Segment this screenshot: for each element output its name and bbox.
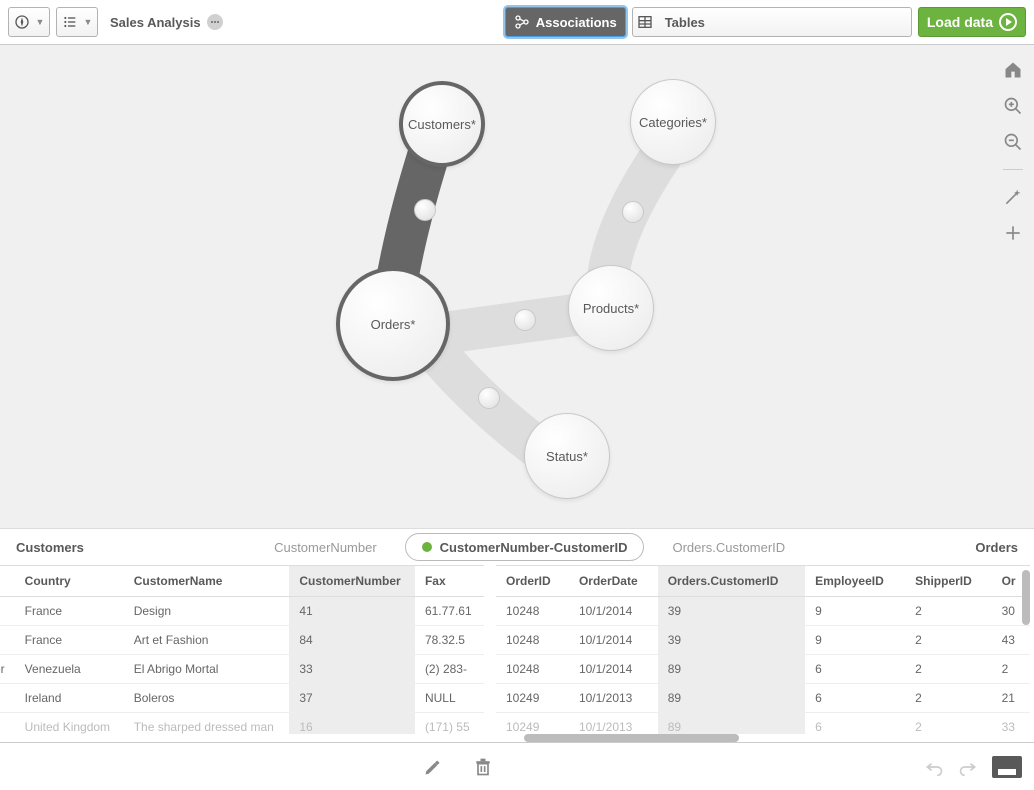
associations-button[interactable]: Associations [505, 7, 626, 37]
caret-icon: ▼ [84, 17, 93, 27]
zoom-in-icon [1003, 96, 1023, 116]
table-row[interactable]: 1024810/1/201489622 [496, 655, 1030, 684]
edit-icon[interactable] [423, 757, 443, 777]
home-icon [1003, 60, 1023, 80]
customers-table[interactable]: CountryCustomerNameCustomerNumberFaxFran… [0, 565, 484, 734]
association-bar: Customers CustomerNumber CustomerNumber-… [0, 529, 1034, 565]
table-row[interactable]: merVenezuelaEl Abrigo Mortal33(2) 283- [0, 655, 484, 684]
left-field-label[interactable]: CustomerNumber [274, 540, 377, 555]
status-indicator-icon [207, 14, 223, 30]
status-ok-icon [422, 542, 432, 552]
preview-tables: CountryCustomerNameCustomerNumberFaxFran… [0, 565, 1034, 734]
bubble-orders[interactable]: Orders* [336, 267, 450, 381]
association-pill-label: CustomerNumber-CustomerID [440, 540, 628, 555]
add-button[interactable] [1002, 222, 1024, 244]
app-title: Sales Analysis [110, 14, 223, 30]
view-menu-button[interactable]: ▼ [56, 7, 98, 37]
zoom-in-button[interactable] [1002, 95, 1024, 117]
table-row[interactable]: 1024910/1/2013896221 [496, 684, 1030, 713]
link-dot[interactable] [514, 309, 536, 331]
table-row[interactable]: 1024810/1/2014399230 [496, 597, 1030, 626]
zoom-out-icon [1003, 132, 1023, 152]
load-data-label: Load data [927, 14, 993, 30]
play-circle-icon [999, 13, 1017, 31]
left-table-name: Customers [16, 540, 84, 555]
panel-toggle-button[interactable] [992, 756, 1022, 778]
col-header[interactable]: Fax [415, 566, 484, 597]
redo-icon[interactable] [958, 757, 978, 777]
footer-bar [0, 742, 1034, 790]
table-header-row: OrderIDOrderDateOrders.CustomerIDEmploye… [496, 566, 1030, 597]
right-field-label[interactable]: Orders.CustomerID [672, 540, 785, 555]
bubble-status[interactable]: Status* [524, 413, 610, 499]
plus-icon [1003, 223, 1023, 243]
col-header[interactable]: EmployeeID [805, 566, 905, 597]
col-header[interactable]: CustomerName [124, 566, 290, 597]
table-header-row: CountryCustomerNameCustomerNumberFax [0, 566, 484, 597]
col-header[interactable]: Country [15, 566, 124, 597]
associations-canvas[interactable]: Customers* Categories* Orders* Products*… [0, 45, 1034, 529]
table-row[interactable]: FranceDesign4161.77.61 [0, 597, 484, 626]
undo-icon[interactable] [924, 757, 944, 777]
bubble-products[interactable]: Products* [568, 265, 654, 351]
orders-table[interactable]: OrderIDOrderDateOrders.CustomerIDEmploye… [496, 565, 1030, 734]
list-icon [62, 14, 78, 30]
tables-icon [637, 14, 653, 30]
top-toolbar: ▼ ▼ Sales Analysis Associations Tables L… [0, 0, 1034, 45]
link-layer [0, 45, 1034, 529]
nav-menu-button[interactable]: ▼ [8, 7, 50, 37]
right-table-name: Orders [975, 540, 1018, 555]
bubble-categories[interactable]: Categories* [630, 79, 716, 165]
col-header[interactable]: CustomerNumber [289, 566, 415, 597]
load-data-button[interactable]: Load data [918, 7, 1026, 37]
magic-wand-icon [1003, 187, 1023, 207]
association-pill[interactable]: CustomerNumber-CustomerID [405, 533, 645, 561]
table-row[interactable]: 1024910/1/2013896233 [496, 713, 1030, 735]
col-header[interactable]: ShipperID [905, 566, 991, 597]
tables-button[interactable]: Tables [632, 7, 912, 37]
delete-icon[interactable] [473, 757, 493, 777]
associations-label: Associations [536, 15, 617, 30]
table-row[interactable]: IrelandBoleros37NULL [0, 684, 484, 713]
associations-icon [514, 14, 530, 30]
table-row[interactable]: United KingdomThe sharped dressed man16(… [0, 713, 484, 735]
v-scroll-thumb[interactable] [1022, 570, 1030, 625]
col-header[interactable]: OrderID [496, 566, 569, 597]
zoom-out-button[interactable] [1002, 131, 1024, 153]
table-row[interactable]: 1024810/1/2014399243 [496, 626, 1030, 655]
tables-label: Tables [665, 15, 705, 30]
canvas-tools [1002, 59, 1024, 244]
bubble-customers[interactable]: Customers* [399, 81, 485, 167]
link-dot[interactable] [478, 387, 500, 409]
caret-icon: ▼ [36, 17, 45, 27]
h-scroll-thumb[interactable] [524, 734, 739, 742]
col-header[interactable]: Orders.CustomerID [658, 566, 805, 597]
association-preview: Customers CustomerNumber CustomerNumber-… [0, 529, 1034, 742]
magic-wand-button[interactable] [1002, 186, 1024, 208]
link-dot[interactable] [622, 201, 644, 223]
col-header[interactable]: OrderDate [569, 566, 658, 597]
app-title-text: Sales Analysis [110, 15, 201, 30]
home-button[interactable] [1002, 59, 1024, 81]
link-dot[interactable] [414, 199, 436, 221]
compass-icon [14, 14, 30, 30]
table-row[interactable]: FranceArt et Fashion8478.32.5 [0, 626, 484, 655]
panel-toggle-icon [998, 769, 1016, 775]
h-scroll[interactable] [4, 734, 1030, 742]
